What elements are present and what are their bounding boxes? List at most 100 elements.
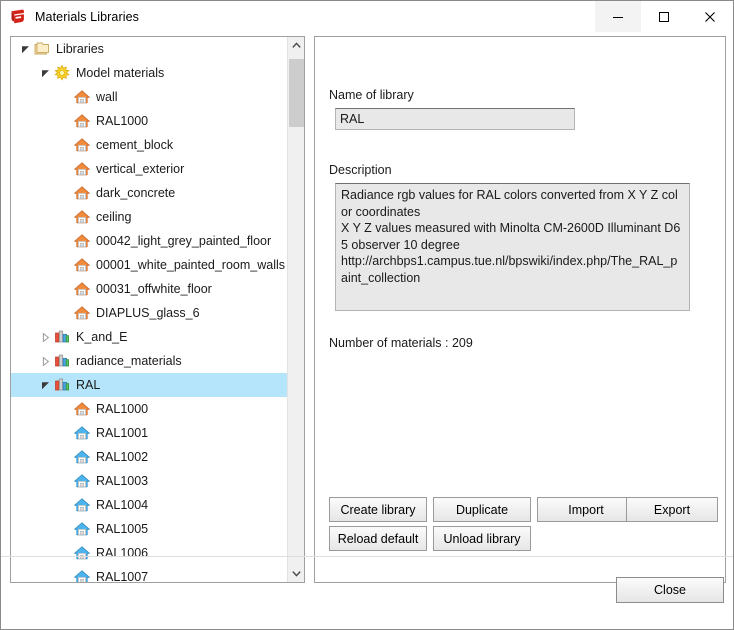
tree-item-libraries[interactable]: Libraries bbox=[11, 37, 287, 61]
tree-leaf-spacer bbox=[57, 85, 73, 109]
reload-default-button[interactable]: Reload default bbox=[329, 526, 427, 551]
tree-item-diaplus-glass-6[interactable]: DIAPLUS_glass_6 bbox=[11, 301, 287, 325]
library-description-textarea[interactable] bbox=[335, 183, 690, 311]
library-details-panel: Name of library Description Number of ma… bbox=[314, 36, 726, 583]
house-blue-icon bbox=[73, 472, 91, 490]
tree-indent-spacer bbox=[11, 373, 37, 397]
tree-indent-spacer bbox=[11, 445, 57, 469]
house-orange-icon bbox=[73, 304, 91, 322]
tree-item-wall[interactable]: wall bbox=[11, 85, 287, 109]
expand-triangle-closed-icon[interactable] bbox=[37, 349, 53, 373]
import-button[interactable]: Import bbox=[537, 497, 635, 522]
house-orange-icon bbox=[73, 184, 91, 202]
name-of-library-label: Name of library bbox=[329, 88, 414, 102]
scroll-up-arrow-icon[interactable] bbox=[288, 37, 304, 54]
library-bars-icon bbox=[53, 328, 71, 346]
tree-item-cement-block[interactable]: cement_block bbox=[11, 133, 287, 157]
tree-item-label: DIAPLUS_glass_6 bbox=[96, 306, 200, 320]
unload-library-button[interactable]: Unload library bbox=[433, 526, 531, 551]
title-bar: Materials Libraries bbox=[1, 1, 733, 32]
tree-indent-spacer bbox=[11, 157, 57, 181]
house-blue-icon bbox=[73, 424, 91, 442]
expand-triangle-open-icon[interactable] bbox=[17, 37, 33, 61]
tree-indent-spacer bbox=[11, 325, 37, 349]
tree-item-00042-light-grey-painted-floor[interactable]: 00042_light_grey_painted_floor bbox=[11, 229, 287, 253]
tree-leaf-spacer bbox=[57, 133, 73, 157]
tree-indent-spacer bbox=[11, 133, 57, 157]
tree-item-ral[interactable]: RAL bbox=[11, 373, 287, 397]
tree-leaf-spacer bbox=[57, 253, 73, 277]
tree-item-ral1002[interactable]: RAL1002 bbox=[11, 445, 287, 469]
tree-indent-spacer bbox=[11, 421, 57, 445]
tree-item-00031-offwhite-floor[interactable]: 00031_offwhite_floor bbox=[11, 277, 287, 301]
tree-item-label: RAL1003 bbox=[96, 474, 149, 488]
tree-item-ceiling[interactable]: ceiling bbox=[11, 205, 287, 229]
dialog-body: Libraries Model materials wall RAL1000 cemen… bbox=[1, 32, 733, 629]
house-orange-icon bbox=[74, 258, 90, 272]
tree-item-dark-concrete[interactable]: dark_concrete bbox=[11, 181, 287, 205]
tree-item-ral1003[interactable]: RAL1003 bbox=[11, 469, 287, 493]
tree-item-label: K_and_E bbox=[76, 330, 128, 344]
expand-triangle-closed-icon[interactable] bbox=[37, 325, 53, 349]
tree-indent-spacer bbox=[11, 109, 57, 133]
export-button[interactable]: Export bbox=[626, 497, 718, 522]
expand-triangle-open-icon[interactable] bbox=[37, 373, 53, 397]
tree-indent-spacer bbox=[11, 349, 37, 373]
tree-item-label: cement_block bbox=[96, 138, 174, 152]
materials-count-text: Number of materials : 209 bbox=[329, 336, 473, 350]
folder-icon bbox=[34, 42, 49, 55]
window-title: Materials Libraries bbox=[35, 9, 140, 24]
tree-indent-spacer bbox=[11, 301, 57, 325]
tree-item-vertical-exterior[interactable]: vertical_exterior bbox=[11, 157, 287, 181]
tree-item-label: radiance_materials bbox=[76, 354, 182, 368]
tree-item-ral1005[interactable]: RAL1005 bbox=[11, 517, 287, 541]
house-orange-icon bbox=[74, 186, 90, 200]
tree-item-radiance-materials[interactable]: radiance_materials bbox=[11, 349, 287, 373]
libraries-tree[interactable]: Libraries Model materials wall RAL1000 cemen… bbox=[11, 37, 287, 582]
tree-leaf-spacer bbox=[57, 469, 73, 493]
tree-indent-spacer bbox=[11, 277, 57, 301]
tree-item-ral1000[interactable]: RAL1000 bbox=[11, 397, 287, 421]
library-bars-icon bbox=[55, 354, 69, 367]
library-bars-icon bbox=[55, 330, 69, 343]
house-orange-icon bbox=[73, 280, 91, 298]
tree-leaf-spacer bbox=[57, 445, 73, 469]
tree-item-ral1000[interactable]: RAL1000 bbox=[11, 109, 287, 133]
house-blue-icon bbox=[74, 498, 90, 512]
tree-item-label: RAL bbox=[76, 378, 101, 392]
close-button[interactable] bbox=[687, 1, 733, 32]
tree-item-k-and-e[interactable]: K_and_E bbox=[11, 325, 287, 349]
tree-item-label: Libraries bbox=[56, 42, 104, 56]
tree-indent-spacer bbox=[11, 397, 57, 421]
minimize-button[interactable] bbox=[595, 1, 641, 32]
tree-item-model-materials[interactable]: Model materials bbox=[11, 61, 287, 85]
house-orange-icon bbox=[74, 210, 90, 224]
maximize-button[interactable] bbox=[641, 1, 687, 32]
tree-leaf-spacer bbox=[57, 301, 73, 325]
tree-item-ral1001[interactable]: RAL1001 bbox=[11, 421, 287, 445]
tree-item-label: RAL1005 bbox=[96, 522, 149, 536]
scrollbar-thumb[interactable] bbox=[289, 59, 304, 127]
tree-indent-spacer bbox=[11, 493, 57, 517]
tree-item-00001-white-painted-room-walls[interactable]: 00001_white_painted_room_walls bbox=[11, 253, 287, 277]
close-dialog-button[interactable]: Close bbox=[616, 577, 724, 603]
house-orange-icon bbox=[73, 208, 91, 226]
house-blue-icon bbox=[74, 522, 90, 536]
house-orange-icon bbox=[73, 136, 91, 154]
tree-indent-spacer bbox=[11, 253, 57, 277]
tree-leaf-spacer bbox=[57, 397, 73, 421]
house-orange-icon bbox=[73, 112, 91, 130]
library-name-input[interactable] bbox=[335, 108, 575, 130]
create-library-button[interactable]: Create library bbox=[329, 497, 427, 522]
expand-triangle-open-icon[interactable] bbox=[37, 61, 53, 85]
tree-item-label: Model materials bbox=[76, 66, 165, 80]
house-blue-icon bbox=[74, 426, 90, 440]
tree-item-label: RAL1000 bbox=[96, 114, 149, 128]
duplicate-button[interactable]: Duplicate bbox=[433, 497, 531, 522]
tree-item-label: RAL1001 bbox=[96, 426, 149, 440]
tree-item-label: vertical_exterior bbox=[96, 162, 185, 176]
tree-item-ral1004[interactable]: RAL1004 bbox=[11, 493, 287, 517]
tree-indent-spacer bbox=[11, 517, 57, 541]
library-bars-icon bbox=[55, 378, 69, 391]
tree-vertical-scrollbar[interactable] bbox=[287, 37, 304, 582]
